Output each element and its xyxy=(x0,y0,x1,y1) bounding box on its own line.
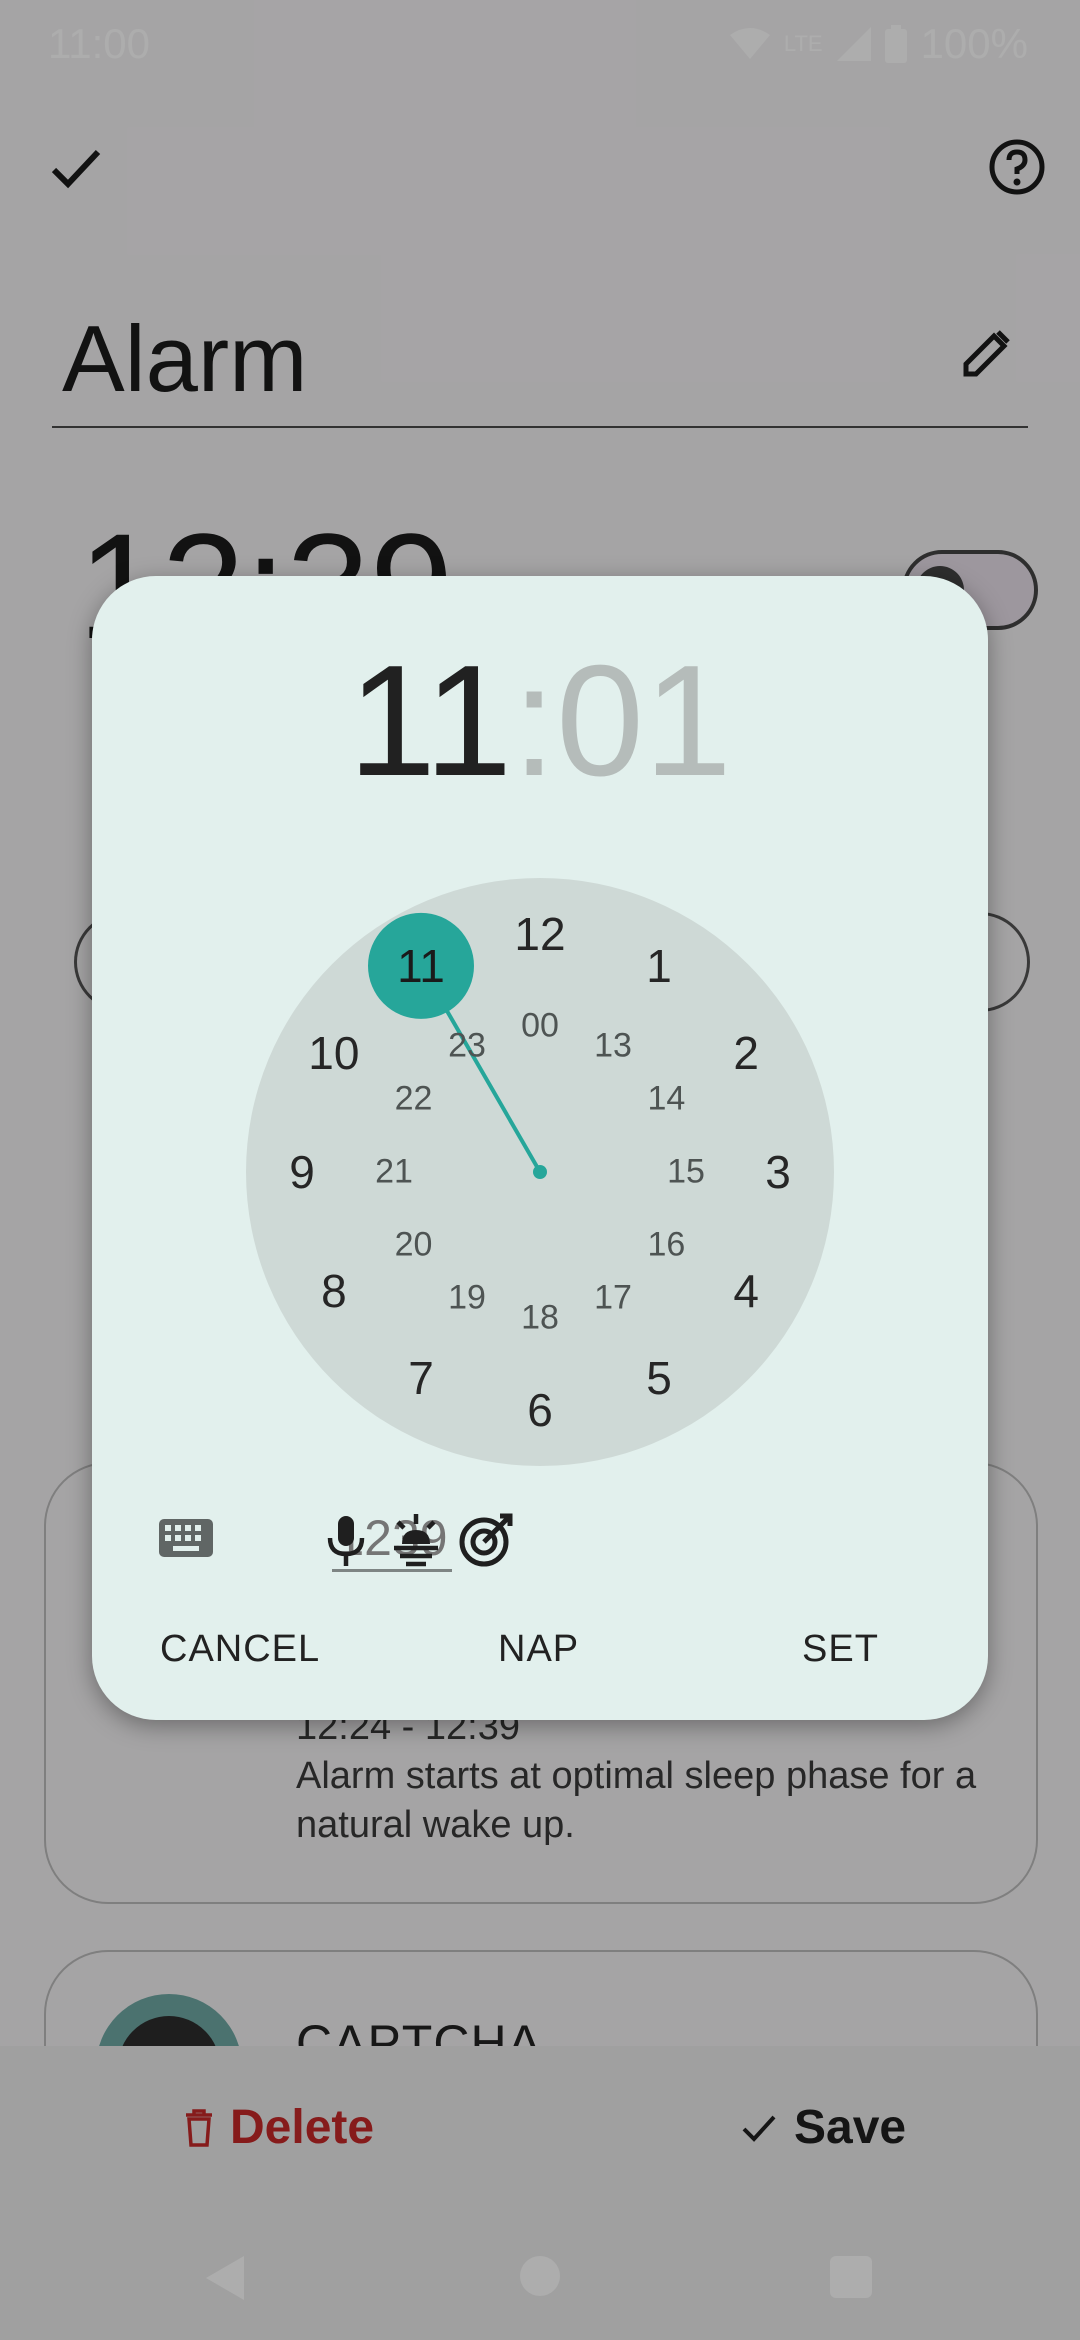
clock-hour-17[interactable]: 17 xyxy=(594,1279,632,1318)
clock-hour-9[interactable]: 9 xyxy=(289,1145,315,1199)
clock-hour-14[interactable]: 14 xyxy=(648,1080,686,1119)
time-header: 11:01 xyxy=(92,636,988,806)
set-button[interactable]: SET xyxy=(802,1628,879,1671)
clock-hour-00[interactable]: 00 xyxy=(521,1007,559,1046)
clock-hour-10[interactable]: 10 xyxy=(308,1026,359,1080)
time-separator: : xyxy=(512,633,557,809)
clock-hour-4[interactable]: 4 xyxy=(733,1264,759,1318)
clock-hour-12[interactable]: 12 xyxy=(514,907,565,961)
microphone-icon[interactable] xyxy=(316,1510,376,1570)
sunrise-icon[interactable] xyxy=(386,1510,446,1570)
clock-center-dot xyxy=(533,1165,547,1179)
hour-display[interactable]: 11 xyxy=(348,633,512,809)
clock-hour-1[interactable]: 1 xyxy=(646,939,672,993)
clock-face[interactable]: 12 1 2 3 4 5 6 7 8 9 10 11 00 13 14 15 16 17 18 19 20 21 22 23 xyxy=(246,878,834,1466)
clock-hour-15[interactable]: 15 xyxy=(667,1153,705,1192)
cancel-button[interactable]: CANCEL xyxy=(160,1628,320,1671)
clock-hour-11[interactable]: 11 xyxy=(397,939,445,993)
clock-hour-22[interactable]: 22 xyxy=(395,1080,433,1119)
clock-hour-2[interactable]: 2 xyxy=(733,1026,759,1080)
clock-hour-19[interactable]: 19 xyxy=(448,1279,486,1318)
dialog-actions: CANCEL NAP SET xyxy=(92,1628,988,1708)
nap-button[interactable]: NAP xyxy=(498,1628,579,1671)
clock-hour-18[interactable]: 18 xyxy=(521,1299,559,1338)
clock-hour-8[interactable]: 8 xyxy=(321,1264,347,1318)
clock-hour-23[interactable]: 23 xyxy=(448,1026,486,1065)
picker-toolbar xyxy=(92,1496,988,1606)
clock-hour-6[interactable]: 6 xyxy=(527,1383,553,1437)
keyboard-icon[interactable] xyxy=(158,1518,214,1558)
clock-hand-layer xyxy=(368,912,547,1179)
target-icon[interactable] xyxy=(456,1510,516,1570)
clock-hour-20[interactable]: 20 xyxy=(395,1226,433,1265)
clock-hour-5[interactable]: 5 xyxy=(646,1351,672,1405)
clock-hour-21[interactable]: 21 xyxy=(375,1153,413,1192)
minute-display[interactable]: 01 xyxy=(556,633,732,809)
clock-hour-16[interactable]: 16 xyxy=(648,1226,686,1265)
clock-hour-13[interactable]: 13 xyxy=(594,1026,632,1065)
clock-hour-7[interactable]: 7 xyxy=(408,1351,434,1405)
clock-hour-3[interactable]: 3 xyxy=(765,1145,791,1199)
time-picker-dialog: 11:01 12 1 2 3 4 5 6 7 8 9 10 11 00 13 14 15 16 17 18 19 20 2… xyxy=(92,576,988,1720)
